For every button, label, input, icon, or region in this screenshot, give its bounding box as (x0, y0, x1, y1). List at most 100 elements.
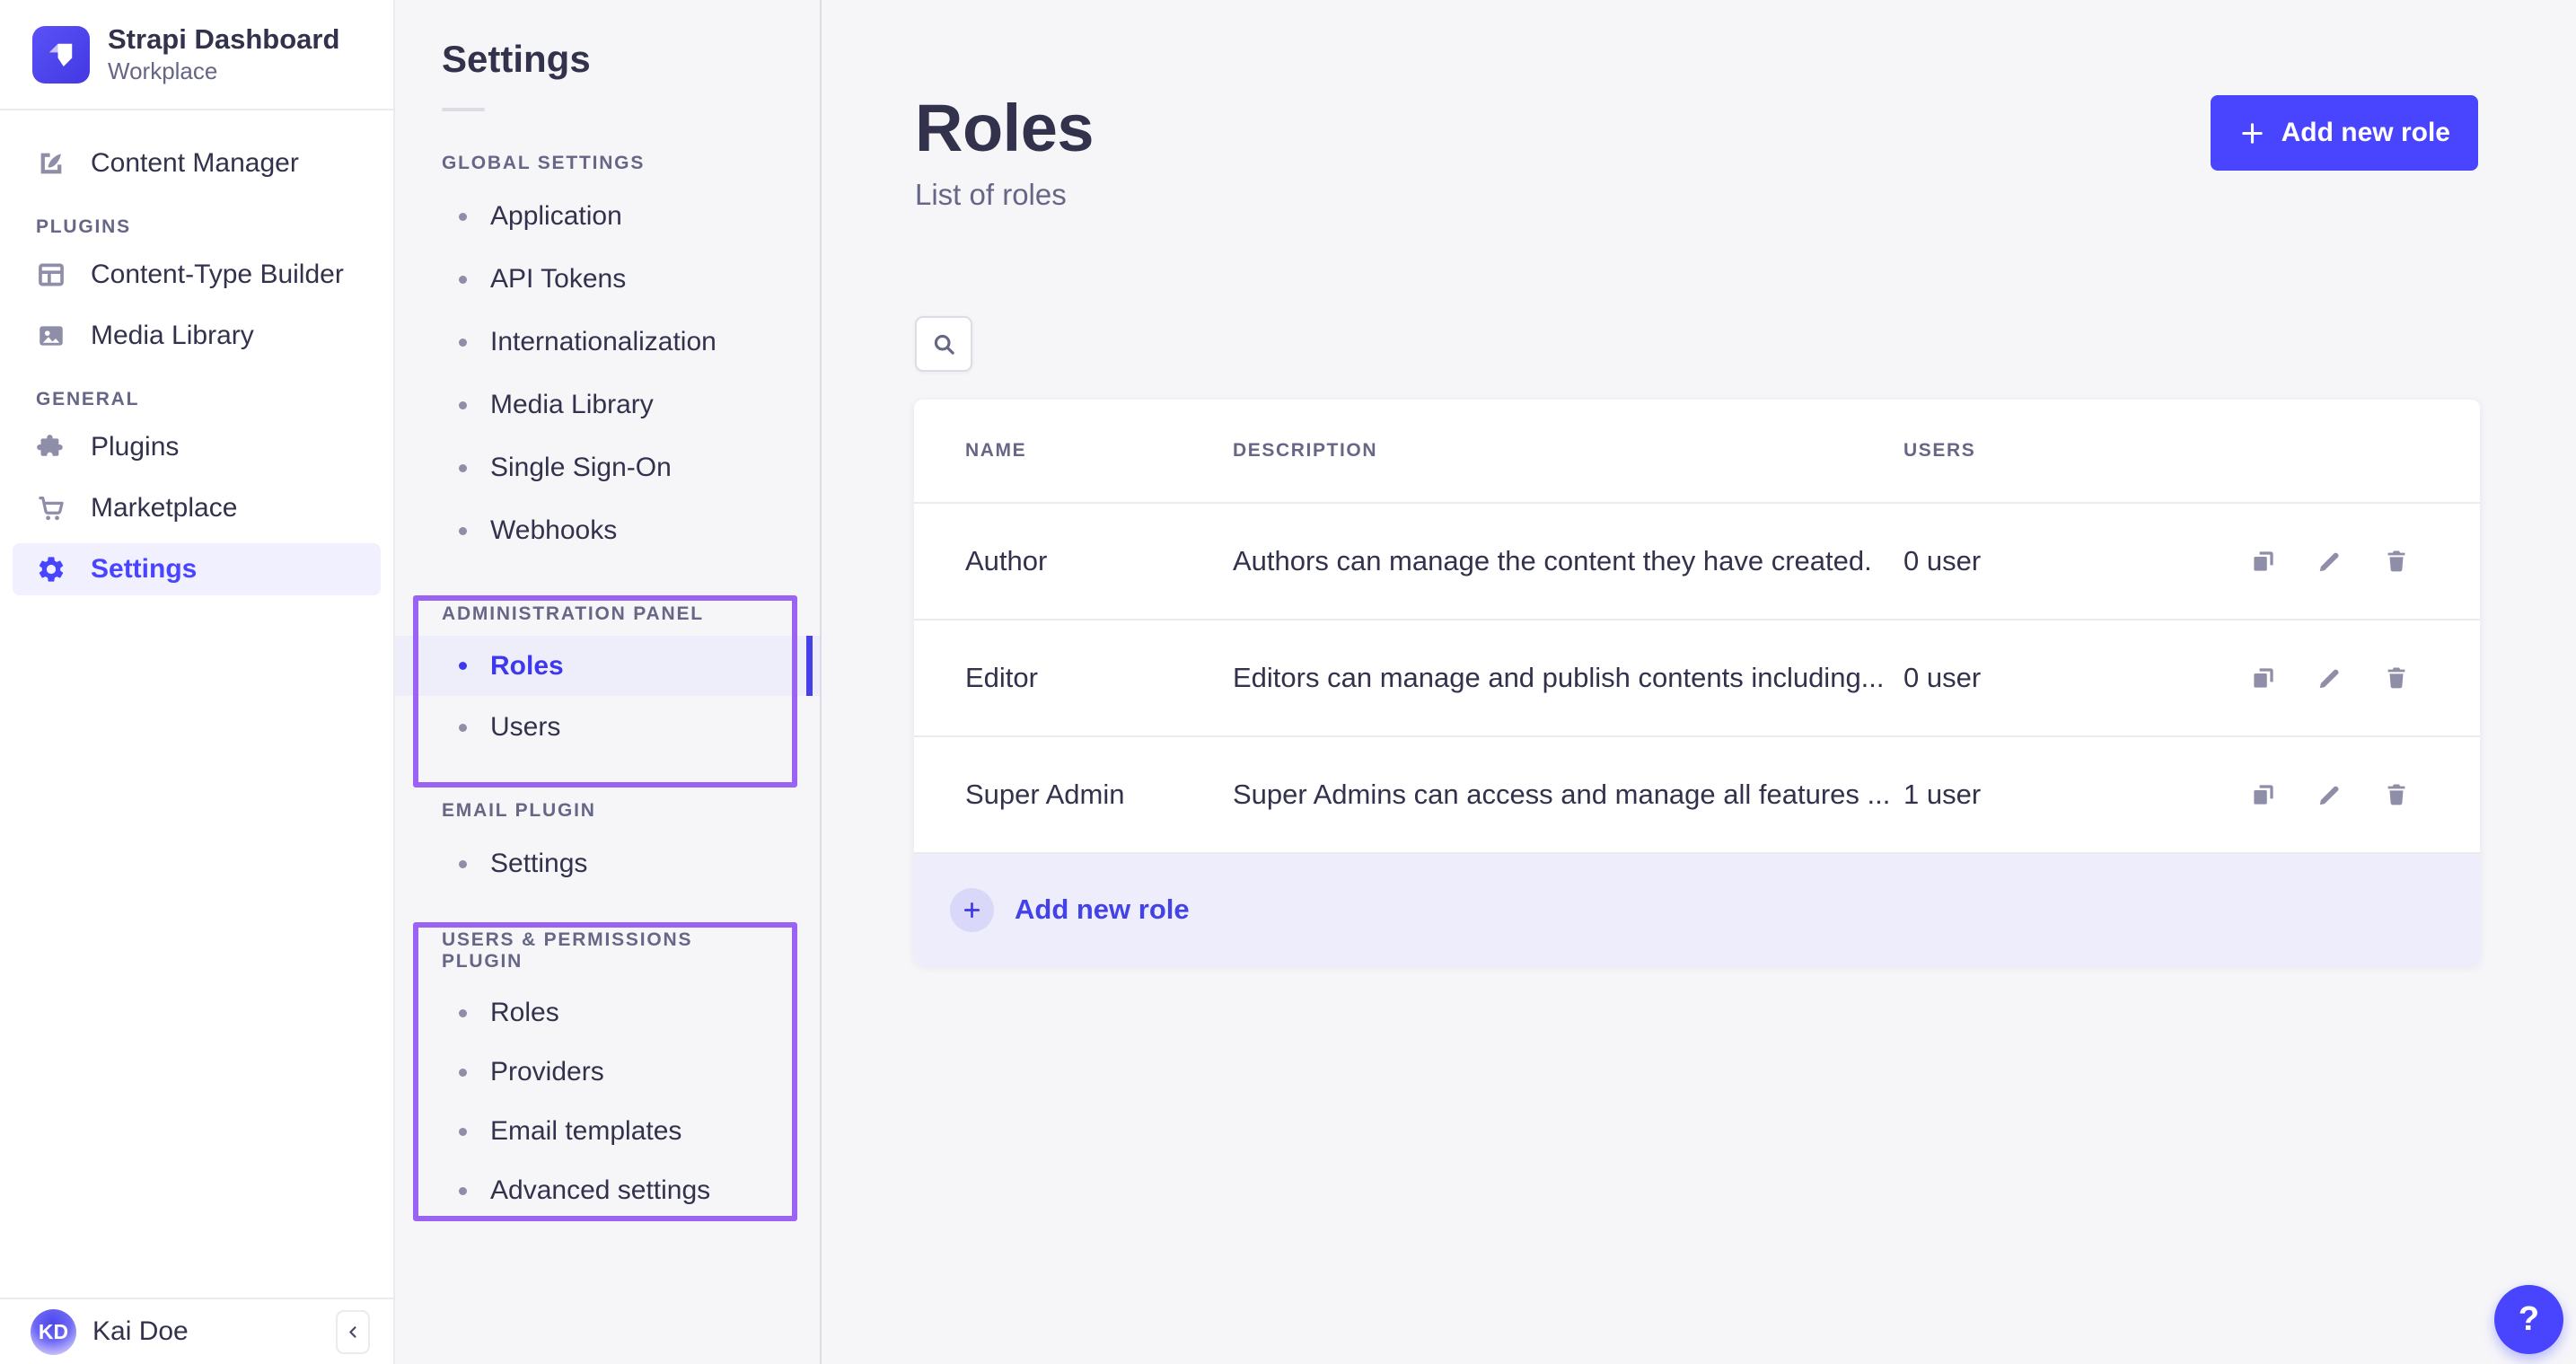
table-row[interactable]: Super Admin Super Admins can access and … (914, 735, 2480, 852)
edit-button[interactable] (2317, 664, 2343, 691)
duplicate-icon (2250, 548, 2277, 575)
duplicate-button[interactable] (2250, 781, 2277, 808)
subnav-item-roles[interactable]: Roles (395, 636, 820, 696)
table-header-row: NAME DESCRIPTION USERS (914, 400, 2480, 502)
bullet-icon (459, 724, 467, 732)
edit-icon (2317, 548, 2343, 575)
avatar[interactable]: KD (31, 1309, 76, 1355)
collapse-sidebar-button[interactable] (336, 1310, 370, 1354)
role-users-count: 0 user (1903, 545, 2250, 577)
add-new-role-footer-label: Add new role (1015, 893, 1190, 926)
plus-circle-icon (950, 888, 994, 932)
subnav-item-single-sign-on[interactable]: Single Sign-On (395, 436, 820, 499)
subnav-item-label: Internationalization (490, 327, 717, 357)
sidebar-item-label: Content Manager (91, 148, 299, 179)
sidebar-item-content-type-builder[interactable]: Content-Type Builder (13, 249, 381, 301)
subnav-item-up-roles[interactable]: Roles (395, 983, 820, 1043)
subnav-item-label: API Tokens (490, 264, 626, 295)
app-root: Strapi Dashboard Workplace Content Manag… (0, 0, 2576, 1364)
subnav-section-label: ADMINISTRATION PANEL (442, 603, 773, 625)
main-content: Roles List of roles Add new role NAME DE… (822, 0, 2576, 1364)
strapi-logo-icon (32, 26, 90, 84)
sidebar-item-content-manager[interactable]: Content Manager (13, 137, 381, 189)
subnav-item-media-library[interactable]: Media Library (395, 374, 820, 436)
sidebar-item-media-library[interactable]: Media Library (13, 310, 381, 362)
subnav-section-users-permissions-plugin: USERS & PERMISSIONS PLUGIN Roles Provide… (395, 929, 820, 1220)
subnav-item-label: Users (490, 712, 560, 743)
content-manager-icon (36, 148, 66, 179)
subnav-section-label: EMAIL PLUGIN (442, 800, 773, 822)
role-name: Author (965, 545, 1233, 577)
subnav-section-administration-panel: ADMINISTRATION PANEL Roles Users (395, 603, 820, 759)
bullet-icon (459, 213, 467, 221)
delete-icon (2383, 781, 2410, 808)
page-subtitle: List of roles (915, 178, 1067, 212)
bullet-icon (459, 527, 467, 535)
column-header-users: USERS (1903, 440, 2250, 462)
bullet-icon (459, 339, 467, 347)
column-header-description: DESCRIPTION (1233, 440, 1903, 462)
role-name: Super Admin (965, 779, 1233, 811)
role-description: Editors can manage and publish contents … (1233, 662, 1903, 694)
add-new-role-footer-button[interactable]: Add new role (914, 852, 2480, 965)
row-actions (2250, 781, 2410, 808)
subnav-item-email-templates[interactable]: Email templates (395, 1102, 820, 1161)
user-area: KD Kai Doe (0, 1298, 393, 1364)
chevron-left-icon (345, 1324, 362, 1341)
role-users-count: 1 user (1903, 779, 2250, 811)
sidebar-item-settings[interactable]: Settings (13, 543, 381, 595)
subnav-item-label: Application (490, 201, 622, 232)
subnav-item-label: Roles (490, 998, 559, 1028)
subnav-item-email-settings[interactable]: Settings (395, 832, 820, 895)
sidebar-item-plugins[interactable]: Plugins (13, 421, 381, 473)
subnav-section-email-plugin: EMAIL PLUGIN Settings (395, 800, 820, 895)
duplicate-button[interactable] (2250, 664, 2277, 691)
bullet-icon (459, 464, 467, 472)
subnav-item-label: Advanced settings (490, 1175, 710, 1206)
delete-button[interactable] (2383, 664, 2410, 691)
delete-icon (2383, 664, 2410, 691)
subnav-item-label: Roles (490, 651, 564, 682)
sidebar-item-label: Media Library (91, 321, 254, 351)
user-name: Kai Doe (92, 1316, 189, 1347)
sidebar-item-label: Settings (91, 554, 197, 585)
bullet-icon (459, 860, 467, 868)
brand-title: Strapi Dashboard (108, 23, 339, 56)
sidebar-item-label: Marketplace (91, 493, 237, 524)
bullet-icon (459, 276, 467, 284)
edit-button[interactable] (2317, 548, 2343, 575)
subnav-item-label: Email templates (490, 1116, 681, 1147)
media-library-icon (36, 321, 66, 351)
table-row[interactable]: Editor Editors can manage and publish co… (914, 619, 2480, 735)
edit-button[interactable] (2317, 781, 2343, 808)
subnav-item-internationalization[interactable]: Internationalization (395, 311, 820, 374)
subnav-item-webhooks[interactable]: Webhooks (395, 499, 820, 562)
help-button[interactable]: ? (2494, 1285, 2563, 1354)
table-row[interactable]: Author Authors can manage the content th… (914, 502, 2480, 619)
role-users-count: 0 user (1903, 662, 2250, 694)
subnav-item-application[interactable]: Application (395, 185, 820, 248)
subnav-item-api-tokens[interactable]: API Tokens (395, 248, 820, 311)
add-new-role-button[interactable]: Add new role (2211, 95, 2478, 171)
sidebar-item-marketplace[interactable]: Marketplace (13, 482, 381, 534)
search-button[interactable] (915, 316, 972, 372)
sidebar-section-plugins: PLUGINS (36, 216, 393, 238)
settings-subnav: Settings GLOBAL SETTINGS Application API… (395, 0, 822, 1364)
sidebar-item-label: Content-Type Builder (91, 260, 344, 290)
plugins-icon (36, 432, 66, 462)
duplicate-icon (2250, 664, 2277, 691)
roles-table: NAME DESCRIPTION USERS Author Authors ca… (914, 400, 2480, 965)
brand: Strapi Dashboard Workplace (0, 0, 393, 110)
row-actions (2250, 664, 2410, 691)
duplicate-button[interactable] (2250, 548, 2277, 575)
subnav-item-providers[interactable]: Providers (395, 1043, 820, 1102)
delete-button[interactable] (2383, 548, 2410, 575)
avatar-initials: KD (39, 1320, 68, 1344)
sidebar-section-general: GENERAL (36, 389, 393, 410)
delete-button[interactable] (2383, 781, 2410, 808)
subnav-item-label: Single Sign-On (490, 453, 672, 483)
bullet-icon (459, 1187, 467, 1195)
subnav-item-users[interactable]: Users (395, 696, 820, 759)
subnav-item-advanced-settings[interactable]: Advanced settings (395, 1161, 820, 1220)
brand-subtitle: Workplace (108, 57, 339, 85)
